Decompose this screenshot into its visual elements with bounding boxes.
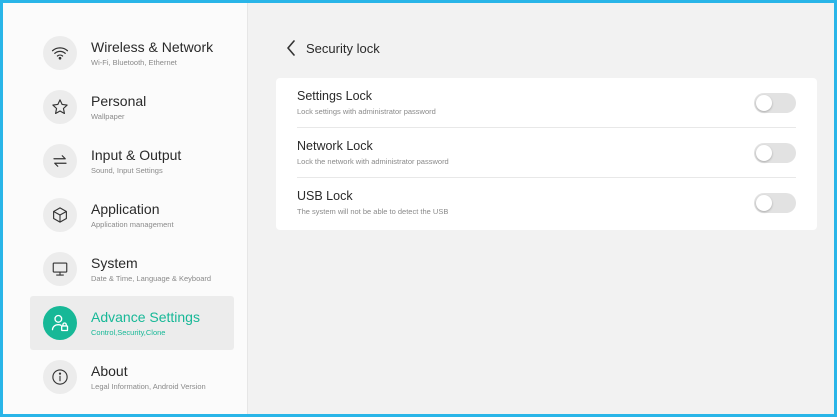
sidebar-item-subtitle: Application management: [91, 219, 174, 229]
sidebar-item-subtitle: Wi-Fi, Bluetooth, Ethernet: [91, 57, 177, 67]
sidebar-item-title: About: [91, 362, 128, 379]
settings-lock-row: Settings Lock Lock settings with adminis…: [297, 78, 796, 128]
sidebar-item-advance-settings[interactable]: Advance Settings Control,Security,Clone: [30, 296, 234, 350]
sidebar-item-subtitle: Legal Information, Android Version: [91, 381, 206, 391]
sidebar-item-subtitle: Sound, Input Settings: [91, 165, 163, 175]
network-lock-row: Network Lock Lock the network with admin…: [297, 128, 796, 178]
setting-description: The system will not be able to detect th…: [297, 207, 449, 216]
sidebar-item-title: System: [91, 254, 138, 271]
sidebar-item-personal[interactable]: Personal Wallpaper: [30, 80, 234, 134]
back-button[interactable]: Security lock: [286, 40, 380, 56]
sidebar-item-application[interactable]: Application Application management: [30, 188, 234, 242]
wifi-icon: [43, 36, 77, 70]
sidebar-item-title: Personal: [91, 92, 147, 109]
main-panel: Security lock Settings Lock Lock setting…: [248, 3, 834, 414]
sidebar-item-subtitle: Control,Security,Clone: [91, 327, 166, 337]
sidebar-item-about[interactable]: About Legal Information, Android Version: [30, 350, 234, 404]
swap-arrows-icon: [43, 144, 77, 178]
network-lock-toggle[interactable]: [754, 143, 796, 163]
chevron-left-icon: [287, 40, 295, 56]
security-lock-card: Settings Lock Lock settings with adminis…: [276, 78, 817, 230]
settings-lock-toggle[interactable]: [754, 93, 796, 113]
sidebar-item-wireless-network[interactable]: Wireless & Network Wi-Fi, Bluetooth, Eth…: [30, 26, 234, 80]
setting-title: Settings Lock: [297, 89, 373, 103]
setting-title: Network Lock: [297, 139, 373, 153]
usb-lock-row: USB Lock The system will not be able to …: [297, 178, 796, 228]
sidebar-item-subtitle: Date & Time, Language & Keyboard: [91, 273, 212, 283]
sidebar-item-title: Wireless & Network: [91, 38, 214, 55]
info-icon: [43, 360, 77, 394]
setting-title: USB Lock: [297, 189, 353, 203]
setting-description: Lock settings with administrator passwor…: [297, 107, 436, 116]
user-lock-icon: [43, 306, 77, 340]
usb-lock-toggle[interactable]: [754, 193, 796, 213]
setting-description: Lock the network with administrator pass…: [297, 157, 449, 166]
sidebar-item-input-output[interactable]: Input & Output Sound, Input Settings: [30, 134, 234, 188]
sidebar-item-title: Application: [91, 200, 160, 217]
toggle-knob: [756, 145, 772, 161]
sidebar-item-subtitle: Wallpaper: [91, 111, 125, 121]
sidebar: Wireless & Network Wi-Fi, Bluetooth, Eth…: [3, 3, 248, 414]
toggle-knob: [756, 95, 772, 111]
toggle-knob: [756, 195, 772, 211]
star-icon: [43, 90, 77, 124]
sidebar-item-title: Advance Settings: [91, 308, 200, 325]
monitor-icon: [43, 252, 77, 286]
settings-window: Wireless & Network Wi-Fi, Bluetooth, Eth…: [3, 3, 834, 414]
cube-icon: [43, 198, 77, 232]
sidebar-item-title: Input & Output: [91, 146, 182, 163]
sidebar-item-system[interactable]: System Date & Time, Language & Keyboard: [30, 242, 234, 296]
page-title: Security lock: [306, 40, 380, 56]
